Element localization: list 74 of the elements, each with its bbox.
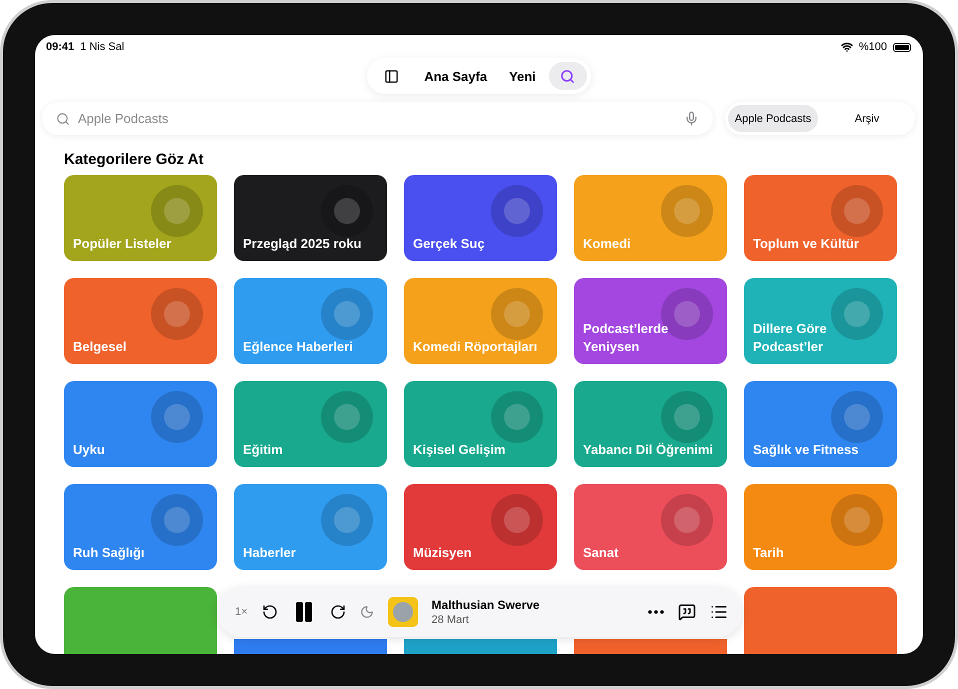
list-icon: [710, 603, 728, 621]
category-label: Müzisyen: [413, 544, 472, 562]
scope-option[interactable]: Arşiv: [822, 105, 912, 132]
wifi-icon: [840, 41, 853, 53]
search-icon: [56, 112, 70, 126]
category-tile[interactable]: Toplum ve Kültür: [744, 175, 897, 261]
category-tile[interactable]: Uyku: [64, 381, 217, 467]
category-tile[interactable]: Haberler: [234, 484, 387, 570]
nav-tab[interactable]: Yeni: [500, 62, 545, 90]
category-label: Popüler Listeler: [73, 235, 172, 253]
queue-button[interactable]: [710, 603, 728, 621]
battery-icon: [893, 42, 911, 52]
category-label: Sanat: [583, 544, 618, 562]
category-label: Eğitim: [243, 441, 283, 459]
category-label: Komedi Röportajları: [413, 338, 538, 356]
category-tile[interactable]: Tarih: [744, 484, 897, 570]
category-tile[interactable]: Przegląd 2025 roku: [234, 175, 387, 261]
quote-bubble-icon: [678, 603, 696, 621]
category-label: Toplum ve Kültür: [753, 235, 859, 253]
category-tile[interactable]: Yabancı Dil Öğrenimi: [574, 381, 727, 467]
category-label: Ruh Sağlığı: [73, 544, 144, 562]
category-tile[interactable]: Dillere Göre Podcast’ler: [744, 278, 897, 364]
nav-tab[interactable]: Ana Sayfa: [415, 62, 496, 90]
category-tile[interactable]: [64, 587, 217, 654]
category-label: Kişisel Gelişim: [413, 441, 506, 459]
category-label: Podcast’lerde Yeniysen: [583, 320, 670, 356]
category-tile[interactable]: Gerçek Suç: [404, 175, 557, 261]
category-tile[interactable]: [404, 639, 557, 654]
more-button[interactable]: [648, 610, 664, 614]
battery-percent: %100: [858, 41, 887, 53]
category-tile[interactable]: Popüler Listeler: [64, 175, 217, 261]
category-tile[interactable]: Podcast’lerde Yeniysen: [574, 278, 727, 364]
category-tile[interactable]: [234, 639, 387, 654]
category-label: Uyku: [73, 441, 105, 459]
category-tile[interactable]: Komedi Röportajları: [404, 278, 557, 364]
category-tile[interactable]: Eğlence Haberleri: [234, 278, 387, 364]
category-tile[interactable]: Eğitim: [234, 381, 387, 467]
more-icon: [648, 610, 664, 614]
scope-option[interactable]: Apple Podcasts: [728, 105, 818, 132]
category-label: Tarih: [753, 544, 784, 562]
search-icon: [560, 68, 576, 84]
category-tile[interactable]: [744, 587, 897, 654]
category-label: Przegląd 2025 roku: [243, 235, 362, 253]
skip-back-button[interactable]: [262, 604, 278, 620]
search-tab[interactable]: [548, 62, 587, 90]
status-time: 09:41: [46, 41, 74, 53]
playback-speed-button[interactable]: 1×: [235, 606, 248, 618]
category-label: Komedi: [583, 235, 631, 253]
category-label: Yabancı Dil Öğrenimi: [583, 441, 714, 459]
sleep-timer-button[interactable]: [360, 605, 374, 619]
category-label: Gerçek Suç: [413, 235, 485, 253]
episode-date: 28 Mart: [432, 614, 470, 626]
microphone-icon: [684, 111, 699, 126]
search-field[interactable]: Apple Podcasts: [76, 110, 678, 127]
category-tile[interactable]: Belgesel: [64, 278, 217, 364]
category-tile[interactable]: Kişisel Gelişim: [404, 381, 557, 467]
episode-title: Malthusian Swerve: [432, 598, 540, 612]
status-date: 1 Nis Sal: [80, 41, 124, 53]
category-label: Eğlence Haberleri: [243, 338, 353, 356]
section-title: Kategorilere Göz At: [64, 151, 204, 168]
skip-forward-button[interactable]: [330, 604, 346, 620]
category-tile[interactable]: Ruh Sağlığı: [64, 484, 217, 570]
sidebar-icon: [384, 68, 399, 84]
category-tile[interactable]: Sağlık ve Fitness: [744, 381, 897, 467]
transcript-button[interactable]: [678, 603, 696, 621]
category-label: Belgesel: [73, 338, 126, 356]
category-label: Haberler: [243, 544, 296, 562]
category-tile[interactable]: Müzisyen: [404, 484, 557, 570]
episode-artwork: [388, 597, 418, 627]
category-label: Sağlık ve Fitness: [753, 441, 858, 459]
category-tile[interactable]: Sanat: [574, 484, 727, 570]
category-tile[interactable]: [574, 639, 727, 654]
category-tile[interactable]: Komedi: [574, 175, 727, 261]
category-label: Dillere Göre Podcast’ler: [753, 320, 828, 356]
